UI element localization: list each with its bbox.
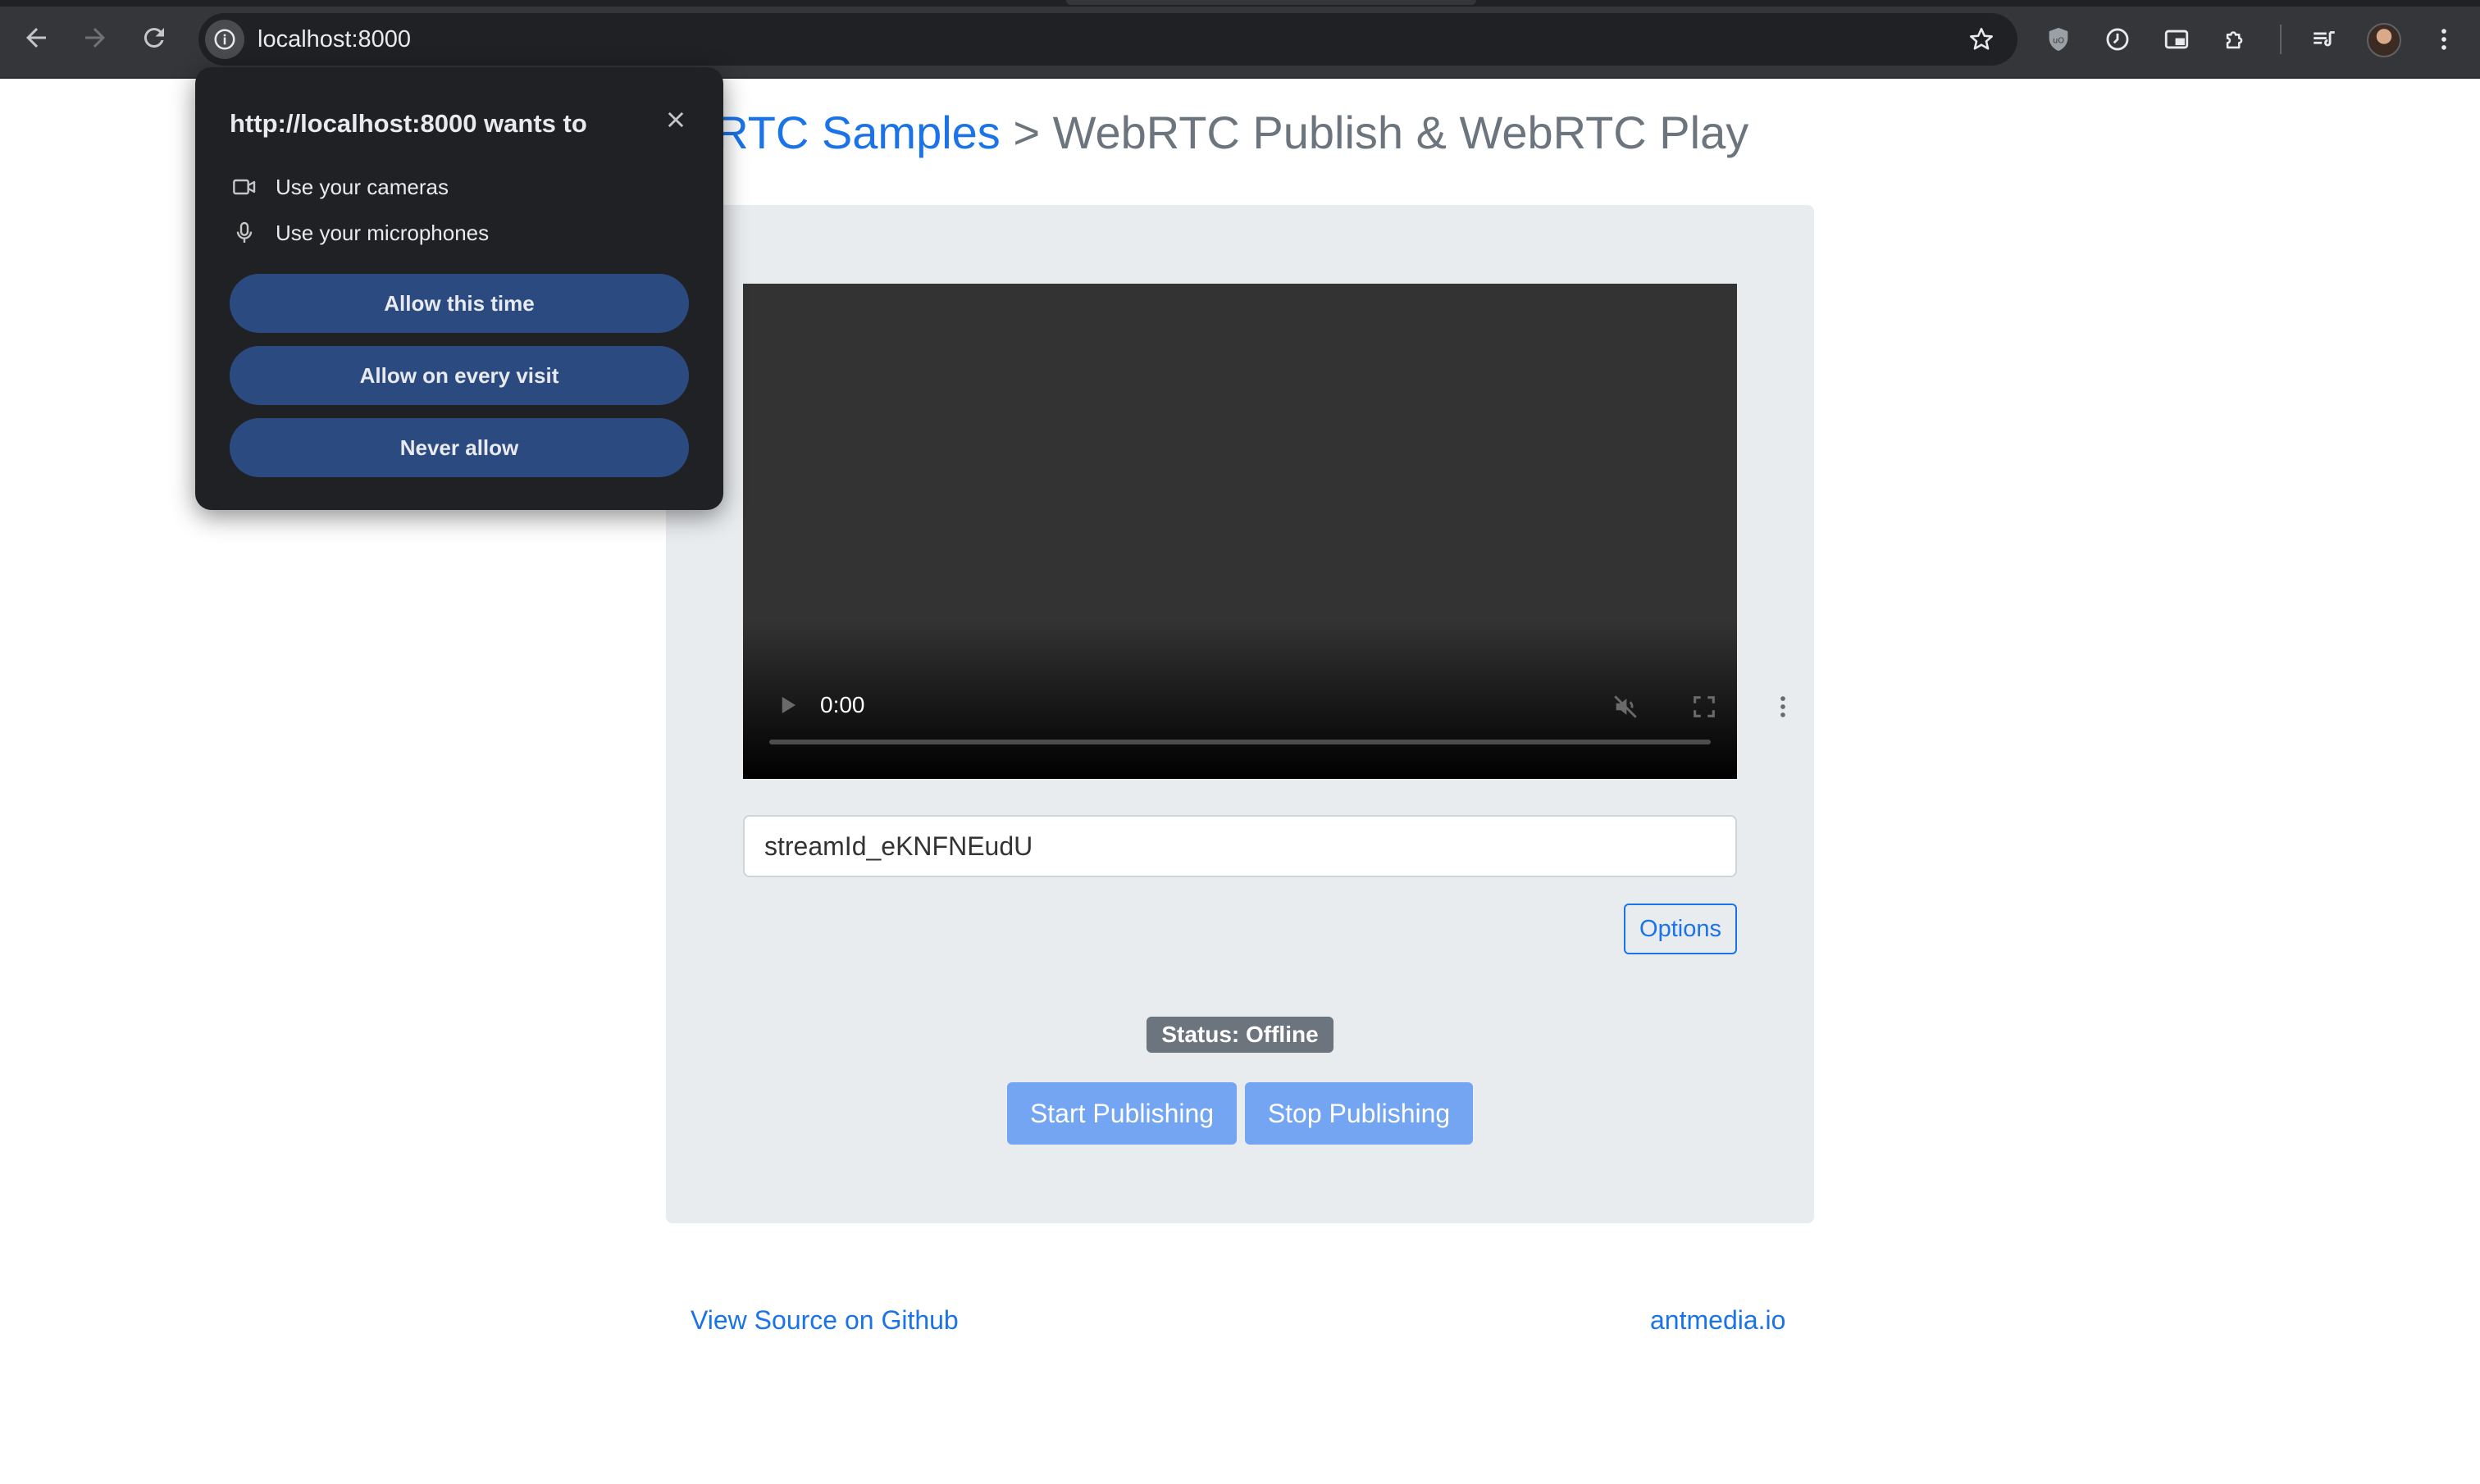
never-allow-button[interactable]: Never allow — [230, 418, 689, 477]
stop-publishing-button[interactable]: Stop Publishing — [1245, 1082, 1473, 1145]
picture-in-picture-icon[interactable] — [2157, 20, 2196, 59]
svg-text:uO: uO — [2053, 36, 2064, 45]
allow-every-visit-button[interactable]: Allow on every visit — [230, 346, 689, 405]
play-icon[interactable] — [771, 689, 804, 722]
media-queue-icon[interactable] — [2304, 20, 2344, 59]
star-icon[interactable] — [1965, 23, 1998, 56]
ublock-shield-icon[interactable]: uO — [2039, 20, 2078, 59]
video-time: 0:00 — [820, 692, 865, 717]
video-timeline[interactable] — [769, 740, 1711, 744]
start-publishing-button[interactable]: Start Publishing — [1007, 1082, 1237, 1145]
address-bar[interactable]: localhost:8000 — [198, 13, 2017, 66]
video-player[interactable]: 0:00 — [743, 284, 1785, 779]
avatar[interactable] — [2367, 23, 2401, 57]
back-arrow-icon[interactable] — [15, 16, 57, 59]
antmedia-link[interactable]: antmedia.io — [1650, 1302, 1785, 1338]
permission-popup-title: http://localhost:8000 wants to — [230, 109, 587, 138]
close-icon[interactable] — [656, 100, 695, 139]
breadcrumb-current: > WebRTC Publish & WebRTC Play — [1000, 107, 1749, 158]
mute-icon[interactable] — [1607, 689, 1643, 725]
fullscreen-icon[interactable] — [1686, 689, 1722, 725]
tab-strip — [0, 0, 2480, 7]
options-button[interactable]: Options — [1624, 904, 1737, 954]
permission-label: Use your cameras — [276, 174, 449, 199]
allow-this-time-button[interactable]: Allow this time — [230, 274, 689, 333]
clock-icon[interactable] — [2098, 20, 2137, 59]
puzzle-extensions-icon[interactable] — [2216, 20, 2255, 59]
permission-microphone: Use your microphones — [230, 215, 489, 251]
permission-popup: http://localhost:8000 wants to Use your … — [195, 67, 723, 510]
permission-label: Use your microphones — [276, 220, 490, 245]
stream-id-input[interactable]: streamId_eKNFNEudU — [743, 815, 1737, 877]
permission-camera: Use your cameras — [230, 169, 449, 205]
microphone-icon — [230, 218, 259, 248]
forward-arrow-icon[interactable] — [74, 16, 116, 59]
more-options-icon[interactable] — [1765, 689, 1801, 725]
status-badge: Status: Offline — [1147, 1017, 1333, 1053]
page-title: ebRTC Samples > WebRTC Publish & WebRTC … — [664, 100, 1748, 166]
reload-icon[interactable] — [133, 16, 176, 59]
info-icon[interactable] — [205, 20, 244, 59]
github-source-link[interactable]: View Source on Github — [691, 1302, 959, 1338]
toolbar-divider — [2280, 25, 2282, 54]
camera-icon — [230, 172, 259, 202]
active-tab-hint[interactable] — [1066, 0, 1476, 5]
url-text[interactable]: localhost:8000 — [258, 13, 411, 66]
kebab-menu-icon[interactable] — [2424, 20, 2464, 59]
